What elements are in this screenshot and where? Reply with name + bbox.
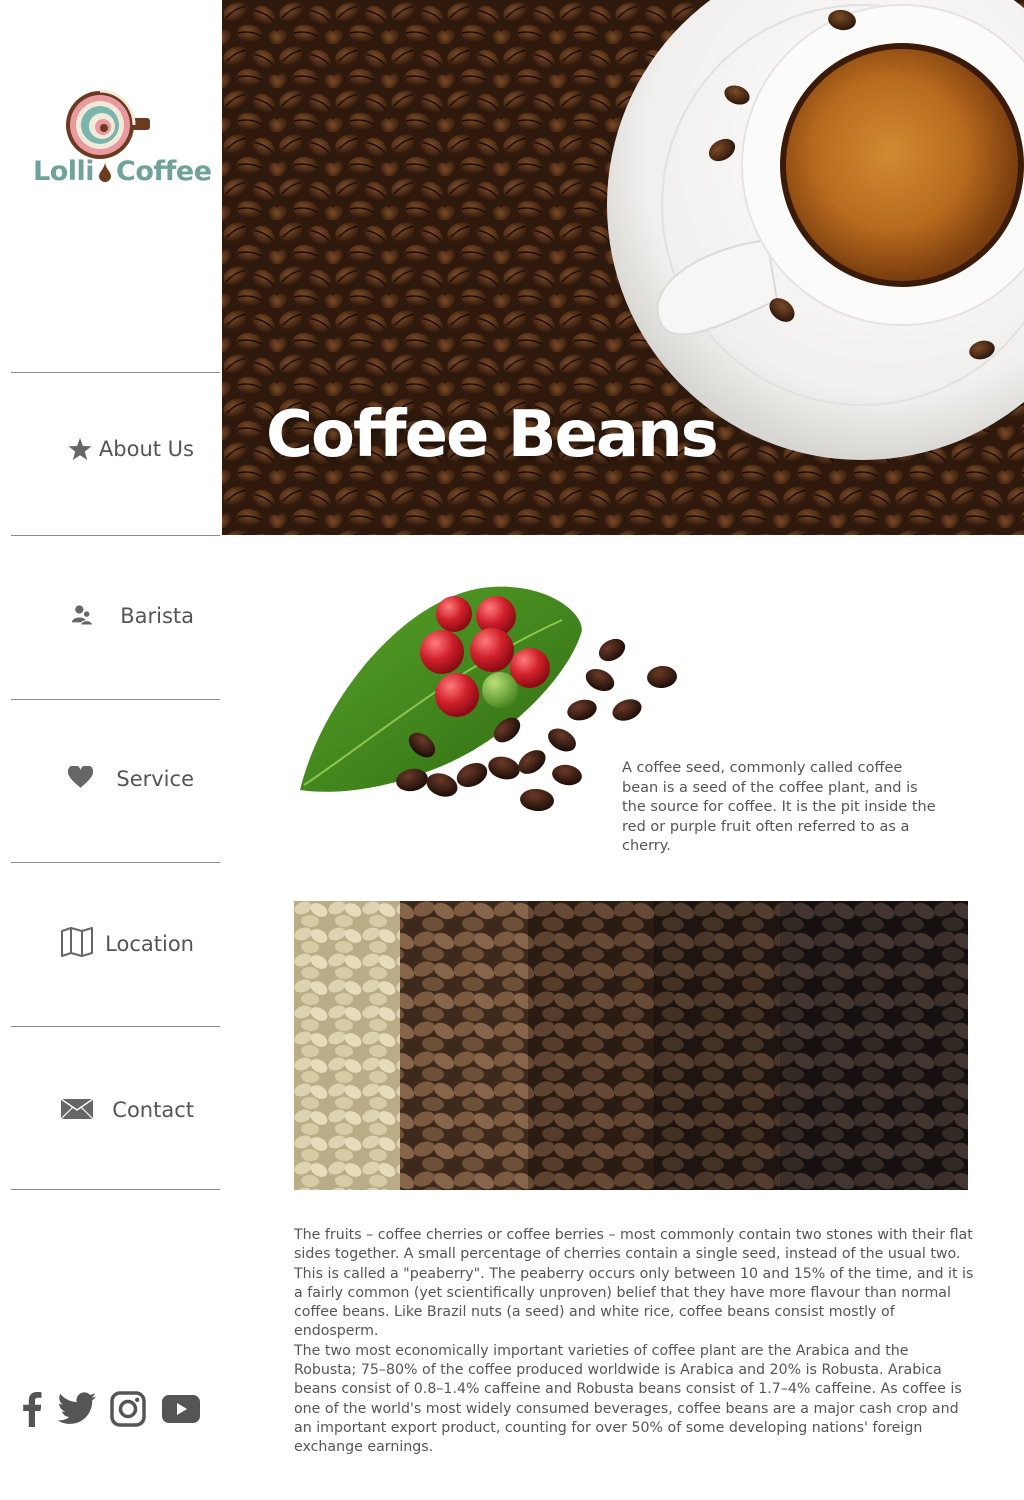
roast-levels-image [294, 901, 968, 1190]
map-icon [61, 927, 93, 957]
nav-label: Contact [112, 1098, 194, 1122]
nav-item-about-us[interactable]: About Us [11, 373, 220, 535]
body-paragraph: The fruits – coffee cherries or coffee b… [294, 1227, 974, 1340]
instagram-icon[interactable] [110, 1390, 146, 1428]
body-paragraph: The two most economically important vari… [294, 1342, 962, 1456]
nav-divider [11, 1189, 220, 1190]
nav-label: Barista [120, 604, 194, 628]
body-article: The fruits – coffee cherries or coffee b… [294, 1226, 974, 1458]
brand-name-right: Coffee [116, 156, 212, 187]
drop-icon [99, 162, 112, 182]
youtube-icon[interactable] [162, 1395, 200, 1423]
facebook-icon[interactable] [22, 1390, 42, 1428]
users-icon [72, 605, 94, 626]
nav-item-location[interactable]: Location [11, 863, 220, 1025]
nav-item-contact[interactable]: Contact [11, 1027, 220, 1189]
star-icon [68, 438, 92, 460]
nav-label: Service [116, 767, 194, 791]
nav-label: About Us [98, 437, 194, 461]
envelope-icon [61, 1099, 93, 1119]
brand-name-left: Lolli [33, 156, 95, 187]
twitter-icon[interactable] [58, 1390, 97, 1428]
nav-label: Location [105, 932, 194, 956]
nav-item-barista[interactable]: Barista [11, 536, 220, 698]
heart-icon [68, 766, 93, 788]
brand-name: Lolli Coffee [33, 156, 212, 187]
nav-item-service[interactable]: Service [11, 700, 220, 862]
intro-paragraph: A coffee seed, commonly called coffee be… [622, 760, 936, 854]
hero-title: Coffee Beans [266, 398, 719, 472]
sidebar: Lolli Coffee About Us Barista Service Lo… [0, 0, 222, 1500]
